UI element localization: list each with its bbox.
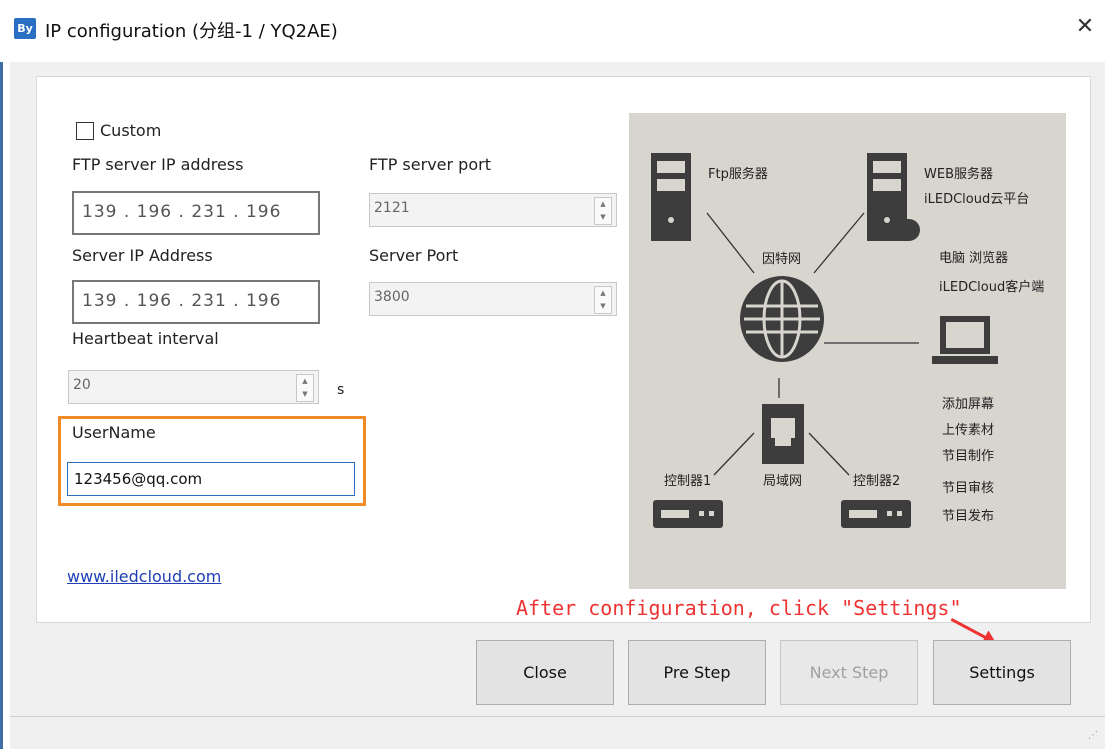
close-window-icon[interactable]: ✕ xyxy=(1070,12,1100,42)
server-port-value: 3800 xyxy=(374,289,410,305)
ftp-ip-input[interactable]: 139 . 196 . 231 . 196 xyxy=(72,191,320,235)
network-diagram: Ftp服务器 WEB服务器 iLEDCloud云平台 因特网 电脑 浏览器 iL… xyxy=(629,113,1066,589)
heartbeat-value: 20 xyxy=(73,377,91,393)
status-divider xyxy=(10,716,1105,717)
heartbeat-spinbox[interactable]: 20 ▲ ▼ xyxy=(68,370,319,404)
custom-checkbox[interactable] xyxy=(76,122,94,140)
heartbeat-spinner[interactable]: ▲ ▼ xyxy=(296,374,314,402)
server-port-label: Server Port xyxy=(369,246,459,265)
internet-globe-icon xyxy=(740,276,824,362)
username-input[interactable]: 123456@qq.com xyxy=(67,462,355,496)
laptop-shape xyxy=(932,316,998,364)
settings-button[interactable]: Settings xyxy=(933,640,1071,705)
close-button[interactable]: Close xyxy=(476,640,614,705)
next-step-button[interactable]: Next Step xyxy=(780,640,918,705)
laptop-icon xyxy=(930,312,1000,368)
window-left-border xyxy=(0,62,3,749)
ftp-port-spinner[interactable]: ▲ ▼ xyxy=(594,197,612,225)
server-ip-input[interactable]: 139 . 196 . 231 . 196 xyxy=(72,280,320,324)
diagram-connectors xyxy=(706,212,919,476)
resize-grip-icon[interactable]: ⋰ xyxy=(1088,730,1098,741)
instruction-annotation: After configuration, click "Settings" xyxy=(516,596,962,620)
spin-down-icon[interactable]: ▼ xyxy=(595,300,611,313)
spin-up-icon[interactable]: ▲ xyxy=(297,375,313,388)
website-link[interactable]: www.iledcloud.com xyxy=(67,567,221,586)
spin-down-icon[interactable]: ▼ xyxy=(297,388,313,401)
server-port-spinner[interactable]: ▲ ▼ xyxy=(594,286,612,314)
server-port-spinbox[interactable]: 3800 ▲ ▼ xyxy=(369,282,617,316)
lan-switch-icon xyxy=(762,404,804,464)
username-label: UserName xyxy=(72,423,156,442)
spin-up-icon[interactable]: ▲ xyxy=(595,198,611,211)
lan-port-shape xyxy=(771,418,795,446)
spin-up-icon[interactable]: ▲ xyxy=(595,287,611,300)
heartbeat-label: Heartbeat interval xyxy=(72,329,219,348)
app-logo-icon: By xyxy=(14,18,36,39)
server-ip-label: Server IP Address xyxy=(72,246,213,265)
ftp-port-label: FTP server port xyxy=(369,155,491,174)
globe-lines xyxy=(744,279,820,359)
ftp-port-spinbox[interactable]: 2121 ▲ ▼ xyxy=(369,193,617,227)
window-title: IP configuration (分组-1 / YQ2AE) xyxy=(45,21,338,42)
heartbeat-unit: s xyxy=(337,382,345,398)
pre-step-button[interactable]: Pre Step xyxy=(628,640,766,705)
spin-down-icon[interactable]: ▼ xyxy=(595,211,611,224)
custom-checkbox-label: Custom xyxy=(100,121,162,140)
ftp-ip-label: FTP server IP address xyxy=(72,155,244,174)
title-bar: By IP configuration (分组-1 / YQ2AE) ✕ xyxy=(0,0,1105,62)
ftp-port-value: 2121 xyxy=(374,200,410,216)
